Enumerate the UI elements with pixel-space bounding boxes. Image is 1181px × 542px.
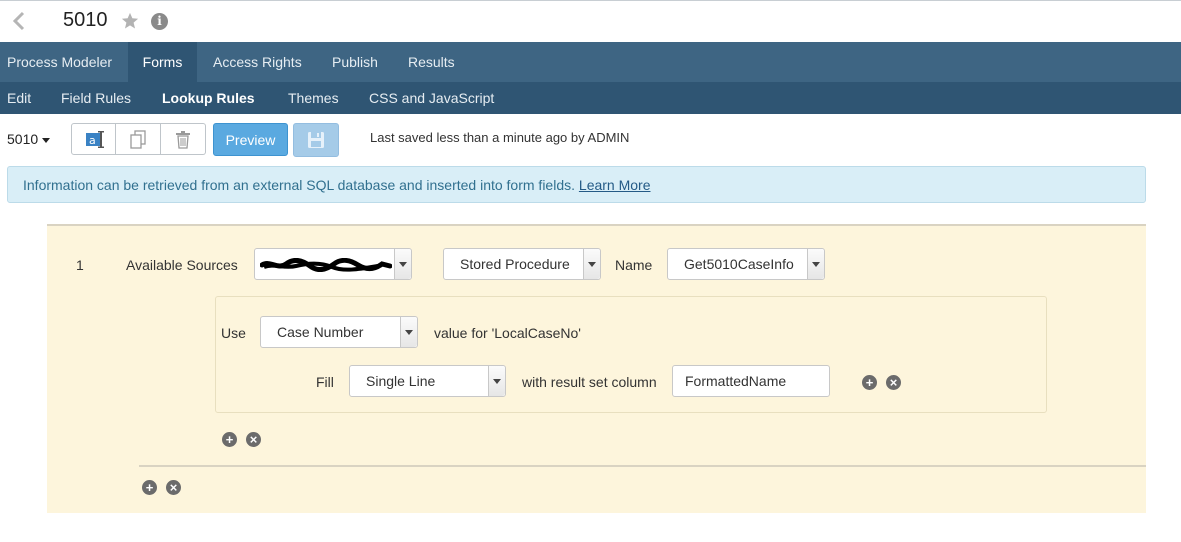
tab-results[interactable]: Results <box>408 42 455 82</box>
rule-divider <box>139 465 1146 467</box>
svg-text:a: a <box>89 134 96 147</box>
save-button[interactable] <box>293 123 339 157</box>
subtab-css-javascript[interactable]: CSS and JavaScript <box>369 82 494 114</box>
remove-fill-icon[interactable]: × <box>886 375 901 390</box>
secondary-nav: Edit Field Rules Lookup Rules Themes CSS… <box>0 82 1181 114</box>
page-title: 5010 <box>63 9 108 31</box>
delete-button[interactable] <box>161 123 206 155</box>
toolbar-button-group: a <box>71 123 206 157</box>
trash-icon <box>176 131 190 149</box>
add-parameter-icon[interactable]: + <box>222 432 237 447</box>
tab-forms[interactable]: Forms <box>128 42 197 82</box>
form-selector-label: 5010 <box>7 131 39 147</box>
chevron-down-icon <box>400 317 417 347</box>
info-banner: Information can be retrieved from an ext… <box>7 166 1146 203</box>
result-column-label: with result set column <box>522 374 657 390</box>
remove-rule-icon[interactable]: × <box>166 480 181 495</box>
tab-access-rights[interactable]: Access Rights <box>213 42 302 82</box>
add-rule-icon[interactable]: + <box>142 480 157 495</box>
use-field-dropdown[interactable]: Case Number <box>260 316 418 348</box>
subtab-lookup-rules[interactable]: Lookup Rules <box>162 82 255 114</box>
caret-down-icon <box>42 137 51 143</box>
subtab-field-rules[interactable]: Field Rules <box>61 82 131 114</box>
use-label: Use <box>221 325 246 341</box>
text-field-icon: a <box>85 131 104 148</box>
tab-process-modeler[interactable]: Process Modeler <box>7 42 112 82</box>
procedure-name-dropdown[interactable]: Get5010CaseInfo <box>667 248 825 280</box>
use-field-value: Case Number <box>277 324 364 340</box>
name-label: Name <box>615 257 653 273</box>
procedure-name-value: Get5010CaseInfo <box>684 256 794 272</box>
copy-icon <box>130 130 146 149</box>
value-for-label: value for 'LocalCaseNo' <box>434 325 581 341</box>
chevron-down-icon <box>394 249 411 279</box>
learn-more-link[interactable]: Learn More <box>579 177 651 193</box>
remove-parameter-icon[interactable]: × <box>246 432 261 447</box>
last-saved-status: Last saved less than a minute ago by ADM… <box>370 130 630 145</box>
floppy-disk-icon <box>308 132 324 148</box>
copy-button[interactable] <box>116 123 161 155</box>
redacted-scribble-icon <box>260 258 392 272</box>
source-type-dropdown[interactable]: Stored Procedure <box>443 248 601 280</box>
chevron-down-icon <box>807 249 824 279</box>
parameter-mapping-box: Use Case Number value for 'LocalCaseNo' … <box>215 296 1047 413</box>
rule-number: 1 <box>76 257 84 273</box>
result-column-input[interactable]: FormattedName <box>672 365 830 397</box>
fill-field-dropdown[interactable]: Single Line <box>349 365 506 397</box>
source-type-value: Stored Procedure <box>460 256 570 272</box>
fill-label: Fill <box>316 374 334 390</box>
tab-publish[interactable]: Publish <box>332 42 378 82</box>
lookup-rule-panel: 1 Available Sources Stored Procedure Nam… <box>47 224 1146 513</box>
chevron-down-icon <box>488 366 505 396</box>
rename-button[interactable]: a <box>71 123 116 155</box>
available-sources-dropdown[interactable] <box>254 248 412 280</box>
chevron-down-icon <box>583 249 600 279</box>
preview-button[interactable]: Preview <box>213 123 288 156</box>
subtab-themes[interactable]: Themes <box>288 82 339 114</box>
add-fill-icon[interactable]: + <box>862 375 877 390</box>
info-icon[interactable]: i <box>151 13 168 30</box>
star-icon[interactable] <box>121 12 139 30</box>
primary-nav: Process Modeler Forms Access Rights Publ… <box>0 42 1181 82</box>
form-selector-dropdown[interactable]: 5010 <box>7 131 51 147</box>
available-sources-label: Available Sources <box>126 257 238 273</box>
fill-field-value: Single Line <box>366 373 436 389</box>
info-banner-text: Information can be retrieved from an ext… <box>23 177 576 193</box>
back-chevron-icon[interactable] <box>10 10 28 32</box>
subtab-edit[interactable]: Edit <box>7 82 31 114</box>
info-banner-text-wrap: Information can be retrieved from an ext… <box>23 177 651 193</box>
